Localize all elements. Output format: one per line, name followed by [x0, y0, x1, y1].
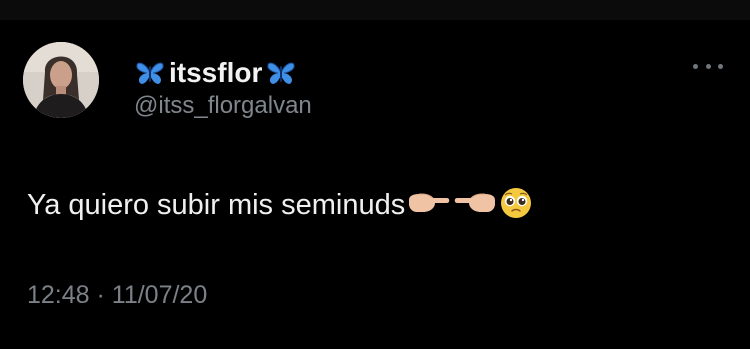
- pointing-left-hand-icon: [453, 190, 497, 221]
- pleading-face-icon: [499, 186, 533, 225]
- tweet-body: Ya quiero subir mis seminuds: [27, 183, 533, 227]
- pointing-right-hand-icon: [407, 190, 451, 221]
- display-name[interactable]: itssflor: [169, 57, 262, 89]
- user-handle[interactable]: @itss_florgalvan: [134, 92, 312, 120]
- avatar-photo-icon: [23, 42, 99, 118]
- more-options-button[interactable]: [693, 58, 723, 74]
- more-dot-icon: [705, 63, 711, 69]
- more-dot-icon: [718, 63, 723, 69]
- top-status-strip: [0, 0, 750, 20]
- tweet-text: Ya quiero subir mis seminuds: [27, 188, 406, 221]
- tweet-timestamp[interactable]: 12:48 · 11/07/20: [27, 281, 207, 310]
- more-dot-icon: [693, 63, 698, 69]
- name-row: itssflor: [134, 55, 297, 91]
- avatar[interactable]: [23, 42, 99, 118]
- blue-butterfly-icon: [134, 59, 166, 87]
- blue-butterfly-icon: [265, 59, 297, 87]
